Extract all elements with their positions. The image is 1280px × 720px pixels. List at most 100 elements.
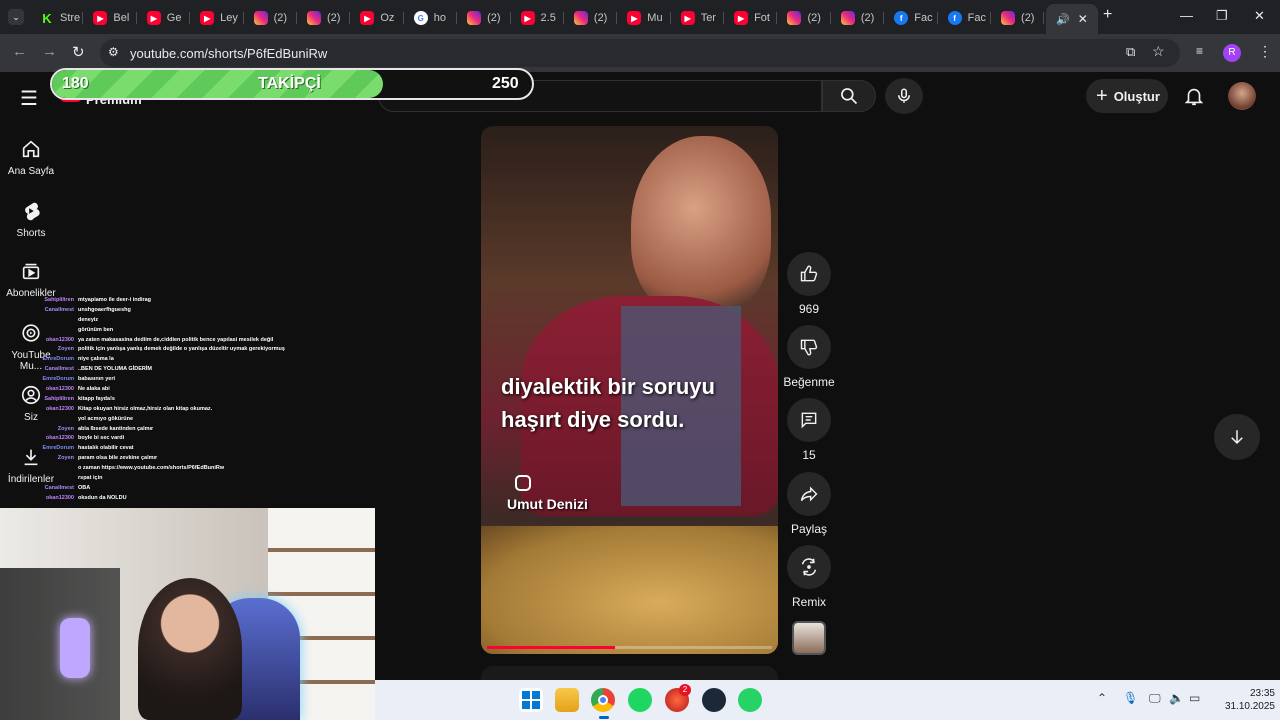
spotify-icon[interactable]: [628, 688, 652, 712]
clock-date: 31.10.2025: [1224, 701, 1275, 712]
windows-taskbar: 2 ⌃ 🎙 🖵 🔈 ▭ 23:35 31.10.2025: [375, 680, 1280, 720]
tab-instagram[interactable]: (2): [297, 4, 351, 32]
menu-icon[interactable]: ☰: [20, 86, 38, 111]
like-button[interactable]: 969: [786, 252, 832, 316]
account-avatar[interactable]: [1228, 82, 1256, 110]
chat-text: mtyapiamo ile deer-i indirag: [78, 297, 152, 303]
follower-goal-bar: 180 TAKİPÇİ 250: [50, 68, 534, 100]
chat-username: okan12300: [45, 494, 74, 501]
microphone-light-shape: [60, 618, 90, 678]
tab-search-chevron-icon[interactable]: ⌄: [8, 9, 24, 25]
maximize-icon[interactable]: ❐: [1216, 8, 1228, 24]
follower-current: 180: [62, 75, 89, 92]
tab-label: Fac: [967, 12, 986, 24]
tab-label: (2): [807, 12, 821, 24]
url-text[interactable]: youtube.com/shorts/P6fEdBuniRw: [130, 46, 327, 61]
tab-label: (2): [860, 12, 875, 24]
stream-chat: Sahipliliren mtyapiamo ile deer-i indirag…: [0, 296, 380, 504]
tab-instagram[interactable]: (2): [777, 4, 831, 32]
tab-active[interactable]: 🔊 ✕: [1046, 4, 1098, 34]
tab-youtube[interactable]: ▶ Ge: [137, 4, 191, 32]
chat-message: Zoyen param olsa bile zevkine çalmır: [0, 454, 380, 464]
tab-instagram[interactable]: (2): [457, 4, 511, 32]
minimize-icon[interactable]: —: [1180, 8, 1193, 23]
chat-text: niye çalıma la: [78, 356, 114, 363]
file-explorer-icon[interactable]: [555, 688, 579, 712]
sidebar-item-subscriptions[interactable]: Abonelikler: [0, 260, 62, 299]
tab-kick[interactable]: K Stre: [30, 4, 84, 32]
audio-thumbnail[interactable]: [792, 621, 826, 655]
chrome-icon[interactable]: [591, 688, 615, 712]
profile-avatar[interactable]: R: [1223, 44, 1241, 62]
chrome-menu-icon[interactable]: ⋮: [1258, 43, 1272, 60]
install-app-icon[interactable]: ⧉: [1126, 44, 1135, 60]
chat-message: yol acmıyo gökürüne: [0, 415, 380, 425]
forward-icon[interactable]: →: [42, 43, 57, 60]
tab-label: (2): [326, 12, 341, 24]
notifications-bell-icon[interactable]: [1183, 85, 1205, 107]
tab-youtube[interactable]: ▶ Ter: [671, 4, 725, 32]
reload-icon[interactable]: ↻: [72, 43, 85, 61]
short-video-player[interactable]: diyalektik bir soruyu haşırt diye sordu.…: [481, 126, 778, 654]
windows-start-icon[interactable]: [519, 688, 543, 712]
address-bar[interactable]: ⚙ youtube.com/shorts/P6fEdBuniRw ⧉ ☆: [100, 39, 1180, 67]
comments-button[interactable]: 15: [786, 398, 832, 462]
next-short-button[interactable]: [1214, 414, 1260, 460]
show-hidden-icons-icon[interactable]: ⌃: [1097, 691, 1107, 705]
clock[interactable]: 23:35 31.10.2025: [1213, 687, 1275, 713]
game-icon[interactable]: 2: [665, 684, 691, 712]
subscriptions-icon: [22, 263, 40, 280]
video-progress-track[interactable]: [487, 646, 772, 649]
chat-message: okan12300 Ne alaka abi: [0, 385, 380, 395]
steam-icon[interactable]: [702, 688, 726, 712]
remix-button[interactable]: Remix: [786, 545, 832, 609]
media-controls-icon[interactable]: ≡: [1196, 44, 1203, 58]
create-button[interactable]: + Oluştur: [1086, 79, 1168, 113]
tab-youtube[interactable]: ▶ Mu: [617, 4, 671, 32]
tab-instagram[interactable]: (2): [831, 4, 885, 32]
battery-icon[interactable]: ▭: [1189, 691, 1200, 705]
close-window-icon[interactable]: ✕: [1254, 8, 1265, 24]
tab-youtube[interactable]: ▶ 2.5: [511, 4, 564, 32]
tab-facebook[interactable]: f Fac: [884, 4, 938, 32]
whatsapp-icon[interactable]: [738, 688, 762, 712]
search-button[interactable]: [822, 80, 876, 112]
volume-icon[interactable]: 🔈: [1169, 691, 1184, 705]
sidebar-item-shorts[interactable]: Shorts: [0, 200, 62, 239]
site-info-icon[interactable]: ⚙: [108, 45, 119, 59]
tab-youtube[interactable]: ▶ Bel: [83, 4, 137, 32]
tab-instagram[interactable]: (2): [991, 4, 1045, 32]
tab-google[interactable]: Gho: [404, 4, 458, 32]
network-icon[interactable]: 🖵: [1149, 691, 1161, 706]
chat-username: okan12300: [45, 435, 74, 442]
bookmark-star-icon[interactable]: ☆: [1152, 43, 1165, 60]
tab-youtube[interactable]: ▶ Fot: [724, 4, 778, 32]
chat-text: hastalık olabilir cevat: [78, 445, 134, 452]
microphone-tray-icon[interactable]: 🎙: [1123, 691, 1138, 705]
youtube-favicon-icon: ▶: [680, 11, 695, 25]
youtube-favicon-icon: ▶: [360, 11, 375, 25]
chat-username: EmreDorum: [42, 445, 74, 452]
chat-text: oksdun da NOLDU: [78, 494, 127, 501]
next-short-preview[interactable]: [481, 666, 778, 680]
tab-youtube[interactable]: ▶ Ley: [190, 4, 244, 32]
tab-instagram[interactable]: (2): [564, 4, 618, 32]
tab-facebook[interactable]: f Fac: [938, 4, 992, 32]
share-button[interactable]: Paylaş: [786, 472, 832, 536]
sidebar-item-home[interactable]: Ana Sayfa: [0, 138, 62, 177]
tab-close-icon[interactable]: ✕: [1078, 12, 1088, 26]
new-tab-icon[interactable]: +: [1103, 6, 1112, 24]
back-icon[interactable]: ←: [12, 43, 27, 60]
remix-icon: [801, 558, 817, 576]
voice-search-button[interactable]: [885, 78, 923, 114]
dislike-button[interactable]: Beğenme: [780, 325, 838, 389]
tab-youtube[interactable]: ▶ Oz: [350, 4, 404, 32]
tab-label: Bel: [113, 12, 130, 24]
tab-instagram[interactable]: (2): [244, 4, 297, 32]
chat-text: deneyiz: [78, 316, 99, 323]
tab-label: Ter: [700, 12, 716, 24]
chat-message: okan12300 boyle bi sec vardi: [0, 434, 380, 444]
notification-badge: 2: [679, 684, 691, 696]
tab-label: Mu: [647, 12, 663, 24]
chat-text: OBA: [78, 484, 91, 491]
